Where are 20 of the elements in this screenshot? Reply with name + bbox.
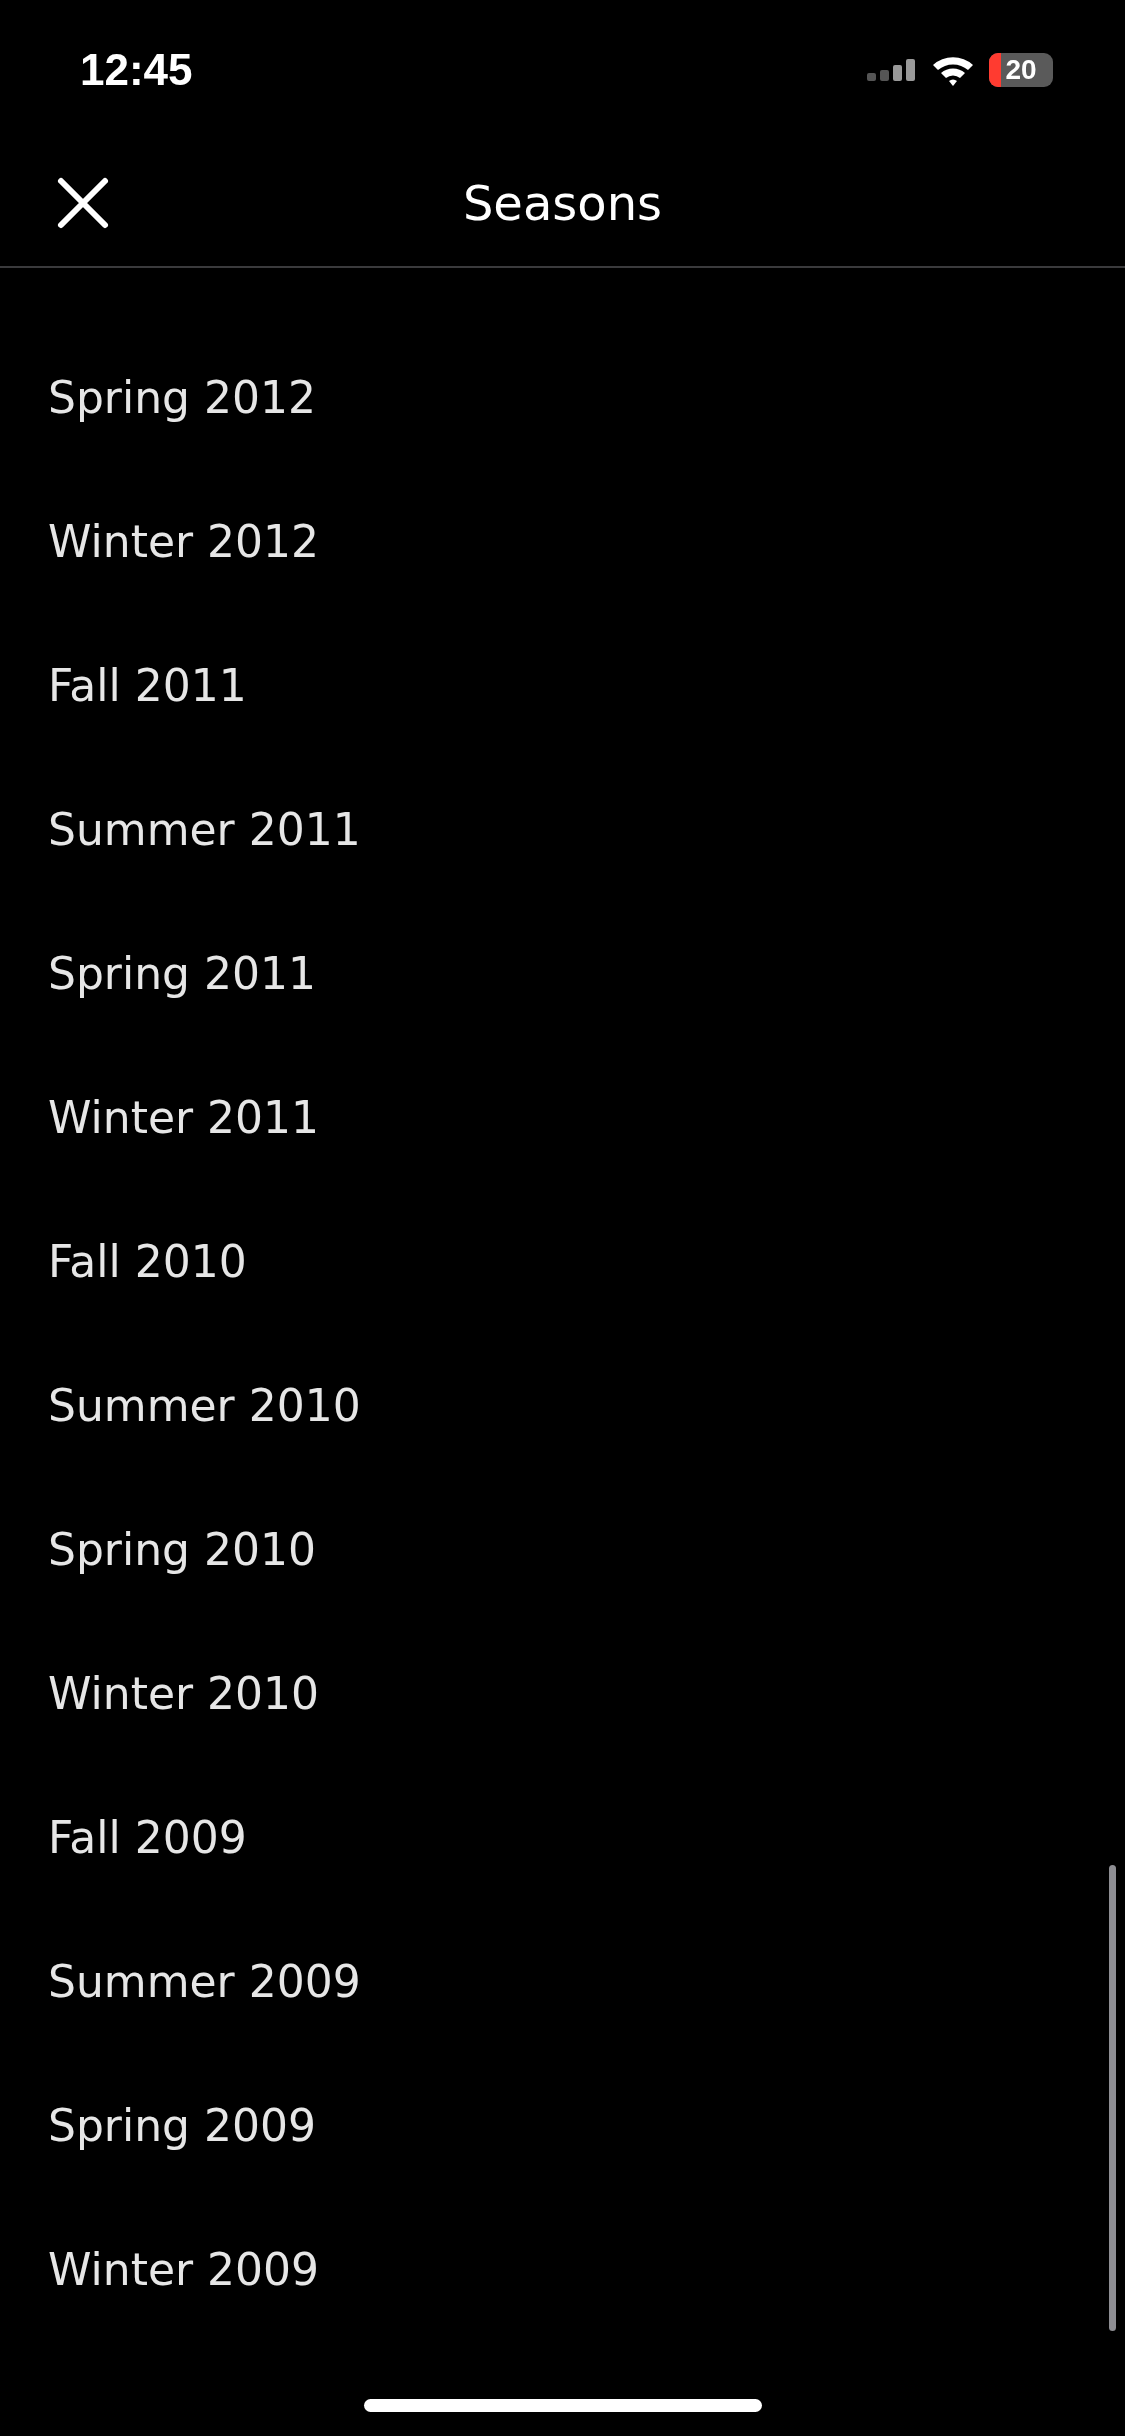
season-item[interactable]: Fall 2011 bbox=[48, 659, 247, 711]
season-item[interactable]: Fall 2010 bbox=[48, 1235, 247, 1287]
signal-icon bbox=[867, 59, 917, 81]
season-item[interactable]: Spring 2011 bbox=[48, 947, 316, 999]
season-item[interactable]: Summer 2011 bbox=[48, 803, 361, 855]
season-item[interactable]: Winter 2010 bbox=[48, 1667, 320, 1719]
season-item[interactable]: Winter 2011 bbox=[48, 1091, 320, 1143]
season-item[interactable]: Fall 2009 bbox=[48, 1811, 247, 1863]
season-item[interactable]: Spring 2012 bbox=[48, 371, 316, 423]
season-item[interactable]: Spring 2009 bbox=[48, 2099, 316, 2151]
season-item[interactable]: Spring 2010 bbox=[48, 1523, 316, 1575]
season-item[interactable]: Winter 2012 bbox=[48, 515, 320, 567]
close-icon bbox=[56, 176, 110, 230]
battery-icon: 20 bbox=[989, 53, 1053, 87]
wifi-icon bbox=[931, 54, 975, 86]
status-time: 12:45 bbox=[80, 45, 193, 95]
screen-title: Seasons bbox=[462, 175, 663, 231]
season-item[interactable]: Winter 2009 bbox=[48, 2243, 320, 2295]
season-item[interactable]: Summer 2010 bbox=[48, 1379, 361, 1431]
season-item[interactable]: Summer 2009 bbox=[48, 1955, 361, 2007]
